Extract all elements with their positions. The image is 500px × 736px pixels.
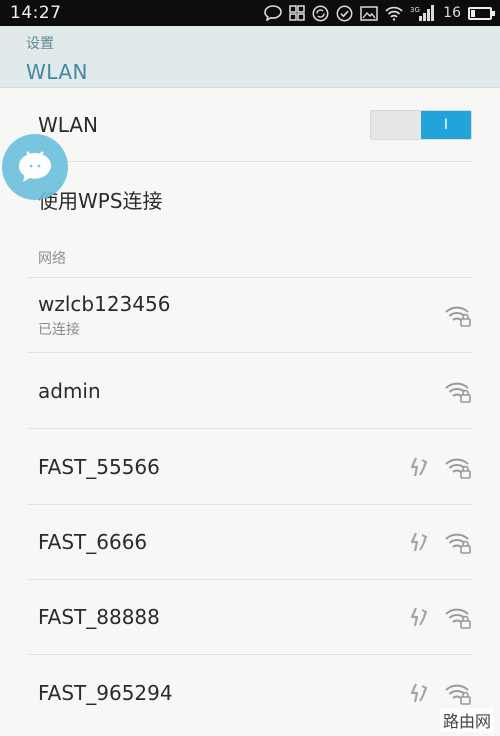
wifi-status-icon xyxy=(385,6,403,21)
network-name: FAST_6666 xyxy=(38,530,148,554)
network-text: wzlcb123456 已连接 xyxy=(28,292,170,339)
chat-bubble-icon xyxy=(264,5,282,21)
network-name: wzlcb123456 xyxy=(38,291,171,316)
wifi-lock-icon xyxy=(445,533,471,554)
network-name: FAST_55566 xyxy=(38,455,160,479)
network-item[interactable]: admin xyxy=(28,354,472,429)
wifi-lock-icon xyxy=(445,306,471,327)
wps-icon xyxy=(410,532,428,552)
section-networks-title: 网络 xyxy=(38,251,66,267)
status-icons: 3G 16 xyxy=(264,5,495,22)
wlan-label: WLAN xyxy=(38,112,99,137)
network-icons xyxy=(408,681,472,705)
network-name: admin xyxy=(38,379,101,403)
network-item[interactable]: FAST_55566 xyxy=(28,430,472,505)
check-circle-icon xyxy=(336,5,353,21)
network-text: FAST_6666 xyxy=(28,530,147,554)
wps-icon xyxy=(410,457,428,477)
network-icons xyxy=(408,455,472,479)
status-time: 14:27 xyxy=(10,3,62,23)
network-name: FAST_88888 xyxy=(38,605,160,629)
battery-percent: 16 xyxy=(443,5,461,21)
wifi-lock-icon xyxy=(445,684,471,705)
watermark: 路由网 xyxy=(439,708,494,732)
svg-text:3G: 3G xyxy=(410,6,420,14)
wlan-toggle-row[interactable]: WLAN I xyxy=(28,88,472,162)
network-status: 已连接 xyxy=(38,321,80,338)
page-header: 设置 WLAN xyxy=(0,26,500,88)
network-item[interactable]: FAST_88888 xyxy=(28,580,472,655)
wps-icon xyxy=(410,683,428,702)
network-text: FAST_55566 xyxy=(28,455,160,479)
page-title: WLAN xyxy=(26,60,89,84)
network-name: FAST_965294 xyxy=(38,680,173,705)
wifi-lock-icon xyxy=(445,382,471,403)
cell-signal-icon: 3G xyxy=(410,5,435,21)
network-text: FAST_88888 xyxy=(28,605,160,629)
breadcrumb-settings[interactable]: 设置 xyxy=(26,33,500,53)
network-item[interactable]: FAST_965294 xyxy=(28,655,472,730)
battery-icon xyxy=(468,6,495,20)
network-icons xyxy=(408,530,472,554)
grid-app-icon xyxy=(289,5,305,21)
network-icons xyxy=(444,303,472,327)
network-item[interactable]: FAST_6666 xyxy=(28,505,472,580)
wifi-lock-icon xyxy=(445,608,471,629)
network-text: FAST_965294 xyxy=(28,681,173,705)
image-icon xyxy=(360,5,378,21)
floating-assistant-button[interactable] xyxy=(2,134,68,200)
wps-row[interactable]: 使用WPS连接 xyxy=(28,162,472,236)
network-text: admin xyxy=(28,379,101,403)
switch-thumb: I xyxy=(421,110,471,139)
network-icons xyxy=(444,379,472,403)
wifi-lock-icon xyxy=(445,458,471,479)
wlan-switch[interactable]: I xyxy=(370,109,472,140)
chat-face-icon xyxy=(19,151,51,182)
network-icons xyxy=(408,605,472,629)
switch-track xyxy=(371,111,421,139)
wps-icon xyxy=(410,607,428,627)
network-item[interactable]: wzlcb123456 已连接 xyxy=(28,278,472,353)
sync-circle-icon xyxy=(312,5,329,21)
status-bar: 14:27 3G 16 xyxy=(0,0,500,26)
